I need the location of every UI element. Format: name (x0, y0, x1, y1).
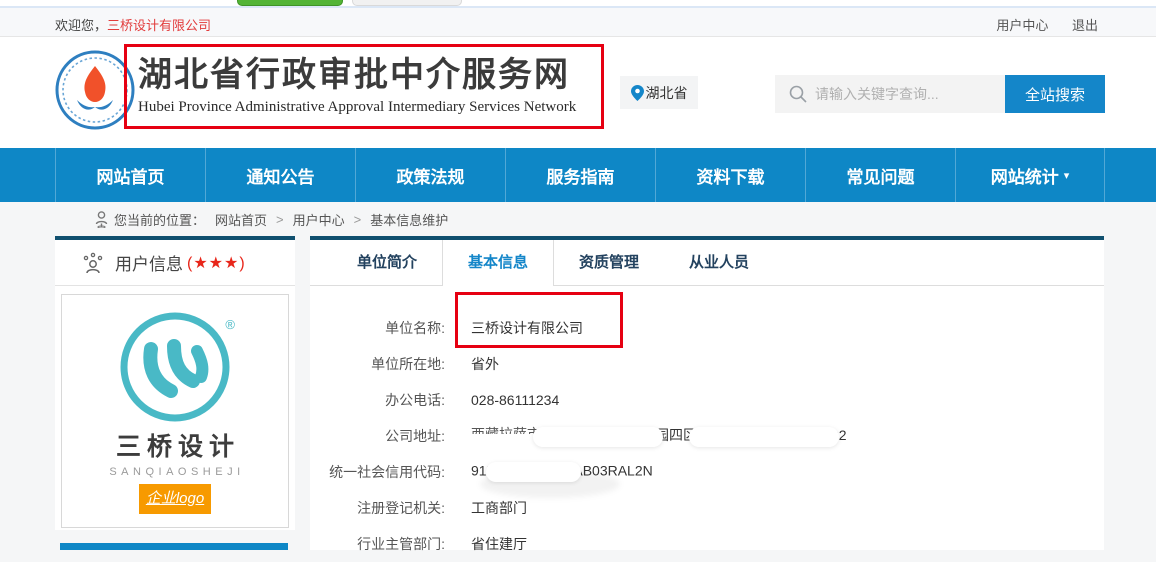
address-fragment: 西藏拉萨市 (471, 425, 541, 434)
registered-trademark: ® (225, 317, 235, 332)
breadcrumb-home[interactable]: 网站首页 (215, 210, 267, 229)
form-row-phone: 办公电话: 028-86111234 (310, 382, 1104, 418)
field-label: 注册登记机关: (310, 498, 445, 518)
breadcrumb: 您当前的位置： 网站首页 > 用户中心 > 基本信息维护 (0, 202, 1156, 236)
company-name-link[interactable]: 三桥设计有限公司 (107, 18, 211, 33)
location-selector[interactable]: 湖北省 (620, 76, 698, 109)
search-button[interactable]: 全站搜索 (1005, 75, 1105, 113)
sidebar-bottom-bar (60, 543, 288, 550)
form-row-unit-name: 单位名称: 三桥设计有限公司 (310, 310, 1104, 346)
field-label: 办公电话: (310, 390, 445, 410)
site-header: 湖北省行政审批中介服务网 Hubei Province Administrati… (0, 37, 1156, 148)
location-label: 湖北省 (646, 83, 688, 103)
search-icon (789, 85, 807, 103)
tab-unit-profile[interactable]: 单位简介 (332, 240, 442, 286)
chevron-down-icon: ▾ (1064, 169, 1070, 182)
field-label: 公司地址: (310, 426, 445, 446)
user-center-link[interactable]: 用户中心 (996, 18, 1048, 33)
redaction-smudge (486, 462, 581, 482)
basic-info-form: 单位名称: 三桥设计有限公司 单位所在地: 省外 办公电话: 028-86111… (310, 286, 1104, 562)
field-value-phone: 028-86111234 (471, 392, 559, 408)
nav-item-site-stats[interactable]: 网站统计▾ (955, 148, 1105, 202)
tab-bar: 单位简介 基本信息 资质管理 从业人员 (310, 240, 1104, 286)
field-label: 行业主管部门: (310, 534, 445, 554)
star-rating: (★★★) (187, 253, 246, 273)
nav-item-policies[interactable]: 政策法规 (355, 148, 505, 202)
user-info-sidebar: 用户信息 (★★★) ® 三桥设计 SANQIAOSHEJI 企业logo (55, 236, 295, 530)
welcome-prefix: 欢迎您， (55, 18, 107, 33)
logout-link[interactable]: 退出 (1072, 18, 1098, 33)
form-row-credit-code: 统一社会信用代码: 915AB03RAL2N (310, 454, 1104, 490)
enterprise-logo-link[interactable]: 企业logo (139, 484, 211, 514)
browser-gray-button[interactable] (352, 0, 462, 6)
browser-remnant-strip (0, 0, 1156, 8)
field-value-credit-code-redacted: 915AB03RAL2N (471, 462, 653, 482)
site-logo-icon (55, 50, 135, 130)
welcome-text: 欢迎您，三桥设计有限公司 (55, 15, 211, 34)
main-navigation: 网站首页 通知公告 政策法规 服务指南 资料下载 常见问题 网站统计▾ (0, 148, 1156, 202)
breadcrumb-separator: > (276, 212, 284, 227)
tab-qualification[interactable]: 资质管理 (554, 240, 664, 286)
field-label: 单位所在地: (310, 354, 445, 374)
credit-code-fragment: AB03RAL2N (573, 463, 652, 479)
person-pin-icon (95, 211, 108, 228)
field-value-unit-name: 三桥设计有限公司 (471, 318, 583, 338)
field-label: 单位名称: (310, 318, 445, 338)
nav-item-downloads[interactable]: 资料下载 (655, 148, 805, 202)
sidebar-header: 用户信息 (★★★) (55, 240, 295, 286)
field-value-location: 省外 (471, 354, 499, 374)
user-rating-icon (81, 251, 105, 275)
company-logo-box: ® 三桥设计 SANQIAOSHEJI 企业logo (61, 294, 289, 528)
form-row-location: 单位所在地: 省外 (310, 346, 1104, 382)
breadcrumb-user-center[interactable]: 用户中心 (293, 210, 345, 229)
search-box (775, 75, 1005, 113)
search-input[interactable] (815, 86, 990, 102)
tab-personnel[interactable]: 从业人员 (664, 240, 774, 286)
nav-item-notices[interactable]: 通知公告 (205, 148, 355, 202)
form-row-address: 公司地址: 西藏拉萨市园四区02 (310, 418, 1104, 454)
field-value-registration-authority: 工商部门 (471, 498, 527, 518)
field-label: 统一社会信用代码: (310, 462, 445, 482)
redaction-smudge (533, 427, 663, 447)
form-row-registration-authority: 注册登记机关: 工商部门 (310, 490, 1104, 526)
topbar-links: 用户中心 退出 (976, 15, 1098, 34)
breadcrumb-current: 基本信息维护 (370, 210, 448, 229)
company-logo-name: 三桥设计 (68, 427, 288, 463)
breadcrumb-separator: > (354, 212, 362, 227)
site-title: 湖北省行政审批中介服务网 (138, 53, 576, 97)
site-title-block: 湖北省行政审批中介服务网 Hubei Province Administrati… (138, 53, 576, 116)
sidebar-title: 用户信息 (115, 250, 183, 275)
tab-basic-info[interactable]: 基本信息 (442, 240, 554, 286)
company-logo-image: ® (117, 309, 233, 425)
form-row-supervising-department: 行业主管部门: 省住建厅 (310, 526, 1104, 562)
location-pin-icon (631, 85, 644, 101)
nav-item-home[interactable]: 网站首页 (55, 148, 205, 202)
site-subtitle: Hubei Province Administrative Approval I… (138, 99, 576, 116)
nav-item-faq[interactable]: 常见问题 (805, 148, 955, 202)
main-content-panel: 单位简介 基本信息 资质管理 从业人员 单位名称: 三桥设计有限公司 单位所在地… (310, 236, 1104, 550)
field-value-supervising-department: 省住建厅 (471, 534, 527, 554)
breadcrumb-prefix: 您当前的位置： (114, 210, 205, 229)
browser-green-button[interactable] (237, 0, 343, 6)
nav-item-service-guide[interactable]: 服务指南 (505, 148, 655, 202)
top-utility-bar: 欢迎您，三桥设计有限公司 用户中心 退出 (0, 8, 1156, 37)
redaction-smudge (689, 427, 839, 447)
field-value-address-redacted: 西藏拉萨市园四区02 (471, 425, 847, 446)
company-logo-latin: SANQIAOSHEJI (66, 466, 288, 478)
